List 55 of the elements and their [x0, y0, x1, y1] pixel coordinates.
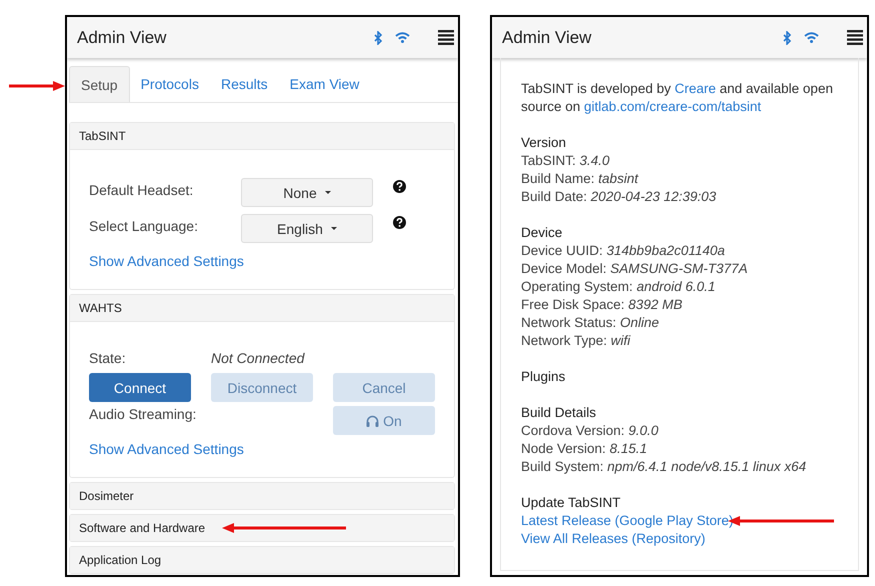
- setting-label: Default Headset:: [89, 181, 194, 198]
- bluetooth-icon[interactable]: [783, 30, 792, 44]
- tab[interactable]: Protocols: [130, 66, 210, 102]
- tab[interactable]: Exam View: [278, 66, 370, 102]
- info-line: Network Status: Online: [521, 314, 660, 332]
- info-line: Device UUID: 314bb9ba2c01140a: [521, 242, 726, 260]
- info-line: Device Model: SAMSUNG-SM-T377A: [521, 260, 749, 278]
- state-value: Not Connected: [211, 350, 304, 366]
- tab[interactable]: Results: [210, 66, 279, 102]
- info-line: Node Version: 8.15.1: [521, 440, 648, 458]
- section-heading: Version: [521, 134, 568, 152]
- info-line: Free Disk Space: 8392 MB: [521, 296, 684, 314]
- wifi-icon[interactable]: [804, 32, 819, 43]
- info-line: Operating System: android 6.0.1: [521, 278, 716, 296]
- intro-paragraph: TabSINT is developed by Creare and available open source on gitlab.com/creare-com/tabsint: [521, 80, 834, 116]
- menu-icon[interactable]: [847, 30, 863, 45]
- info-line: Cordova Version: 9.0.0: [521, 422, 660, 440]
- menu-icon[interactable]: [438, 30, 454, 45]
- info-line: Build Date: 2020-04-23 12:39:03: [521, 188, 718, 206]
- info-line: TabSINT: 3.4.0: [521, 152, 611, 170]
- section-heading: Plugins: [521, 368, 566, 386]
- creare-link[interactable]: Creare: [674, 81, 716, 96]
- help-icon[interactable]: [393, 180, 406, 193]
- tab[interactable]: Setup: [69, 66, 130, 102]
- audio-streaming-label: Audio Streaming:: [89, 406, 198, 424]
- panel-heading[interactable]: TabSINT: [70, 123, 454, 150]
- section-heading: Device: [521, 224, 564, 242]
- section-heading: Build Details: [521, 404, 598, 422]
- info-line: Build Name: tabsint: [521, 170, 640, 188]
- advanced-settings-link[interactable]: Show Advanced Settings: [89, 253, 244, 269]
- action-button[interactable]: Connect: [89, 373, 191, 402]
- screen-title: Admin View: [502, 28, 592, 48]
- wifi-icon[interactable]: [395, 32, 410, 43]
- panel-heading[interactable]: Application Log: [70, 547, 454, 573]
- dropdown-button[interactable]: None: [241, 178, 373, 207]
- screen-title: Admin View: [77, 28, 166, 48]
- help-icon[interactable]: [393, 216, 406, 229]
- caret-icon: [324, 191, 331, 194]
- repository-link[interactable]: gitlab.com/creare-com/tabsint: [584, 99, 762, 114]
- caret-icon: [330, 227, 337, 230]
- info-line: Build System: npm/6.4.1 node/v8.15.1 linux x64: [521, 458, 808, 476]
- panel-heading[interactable]: Dosimeter: [70, 483, 454, 509]
- panel-heading[interactable]: WAHTS: [70, 295, 454, 322]
- bluetooth-icon[interactable]: [374, 30, 383, 44]
- setting-label: Select Language:: [89, 217, 199, 234]
- section-heading: Update TabSINT: [521, 494, 622, 512]
- annotation-arrow: [9, 81, 65, 91]
- release-link[interactable]: View All Releases (Repository): [521, 531, 706, 546]
- headphones-icon: [366, 414, 380, 426]
- dropdown-button[interactable]: English: [241, 214, 373, 243]
- panel-heading[interactable]: Software and Hardware: [70, 515, 454, 541]
- info-line: Network Type: wifi: [521, 332, 632, 350]
- release-link[interactable]: Latest Release (Google Play Store): [521, 513, 734, 528]
- advanced-settings-link[interactable]: Show Advanced Settings: [89, 441, 244, 457]
- state-label: State:: [89, 350, 127, 366]
